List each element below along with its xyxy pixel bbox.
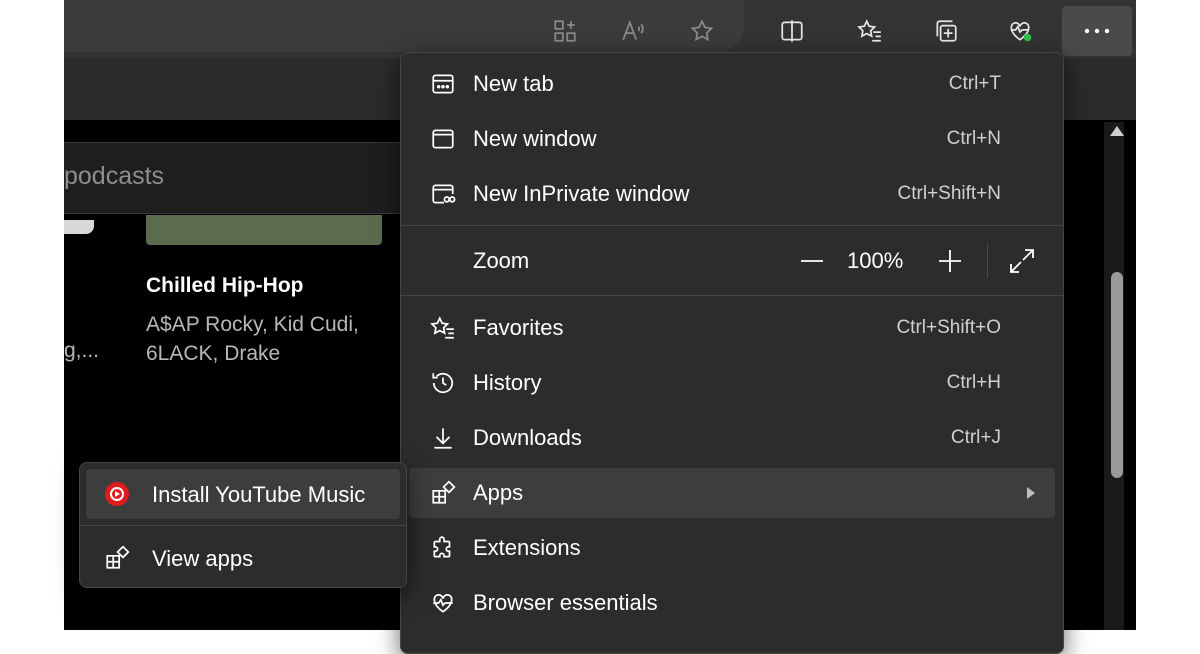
menu-label: Browser essentials bbox=[473, 590, 658, 615]
zoom-label: Zoom bbox=[473, 248, 530, 273]
new-tab-icon bbox=[429, 70, 457, 98]
card-artists: A$AP Rocky, Kid Cudi, 6LACK, Drake bbox=[146, 310, 406, 368]
submenu-label: View apps bbox=[152, 546, 254, 571]
apps-icon bbox=[429, 479, 457, 507]
card-artists-line2: 6LACK, Drake bbox=[146, 342, 281, 365]
favorite-star-icon[interactable] bbox=[684, 13, 720, 49]
read-aloud-icon[interactable] bbox=[615, 13, 651, 49]
menu-shortcut: Ctrl+J bbox=[950, 427, 1001, 448]
history-icon bbox=[429, 369, 457, 397]
menu-item-browser-essentials[interactable]: Browser essentials bbox=[409, 578, 1055, 628]
menu-label: New window bbox=[473, 126, 597, 151]
menu-shortcut: Ctrl+N bbox=[946, 128, 1001, 149]
menu-label: History bbox=[473, 370, 542, 395]
card-title[interactable]: Chilled Hip-Hop bbox=[146, 274, 303, 298]
menu-item-apps[interactable]: Apps bbox=[409, 468, 1055, 518]
download-icon bbox=[429, 424, 457, 452]
menu-item-new-inprivate-window[interactable]: New InPrivate window Ctrl+Shift+N bbox=[409, 169, 1055, 219]
split-screen-icon[interactable] bbox=[774, 13, 810, 49]
heartbeat-icon bbox=[429, 589, 457, 617]
apps-submenu: Install YouTube Music View apps bbox=[79, 462, 407, 588]
left-card-subtitle: g,... bbox=[64, 339, 100, 362]
genre-chip[interactable] bbox=[146, 215, 382, 245]
menu-shortcut: Ctrl+T bbox=[948, 73, 1001, 94]
menu-item-downloads[interactable]: Downloads Ctrl+J bbox=[409, 413, 1055, 463]
address-bar-area[interactable] bbox=[64, 0, 744, 52]
menu-item-extensions[interactable]: Extensions bbox=[409, 523, 1055, 573]
puzzle-icon bbox=[429, 534, 457, 562]
favorites-list-icon[interactable] bbox=[852, 13, 888, 49]
favorites-star-icon bbox=[429, 314, 457, 342]
menu-divider bbox=[401, 295, 1063, 296]
apps-icon bbox=[104, 545, 130, 571]
partial-logo bbox=[64, 220, 94, 234]
menu-label: Favorites bbox=[473, 315, 564, 340]
zoom-in-button[interactable] bbox=[935, 246, 965, 276]
submenu-item-install-youtube-music[interactable]: Install YouTube Music bbox=[86, 469, 400, 519]
collections-icon[interactable] bbox=[928, 13, 964, 49]
zoom-separator bbox=[987, 244, 988, 278]
menu-item-new-tab[interactable]: New tab Ctrl+T bbox=[409, 59, 1055, 109]
youtube-music-icon bbox=[104, 481, 130, 507]
submenu-item-view-apps[interactable]: View apps bbox=[86, 533, 400, 583]
add-app-icon[interactable] bbox=[547, 13, 583, 49]
card-artists-line1: A$AP Rocky, Kid Cudi, bbox=[146, 313, 359, 336]
browser-essentials-icon[interactable] bbox=[1002, 13, 1038, 49]
menu-label: Downloads bbox=[473, 425, 582, 450]
chevron-right-icon bbox=[1027, 487, 1035, 499]
menu-shortcut: Ctrl+Shift+N bbox=[897, 183, 1001, 204]
menu-shortcut: Ctrl+H bbox=[946, 372, 1001, 393]
fullscreen-button[interactable] bbox=[1007, 246, 1037, 276]
menu-item-favorites[interactable]: Favorites Ctrl+Shift+O bbox=[409, 303, 1055, 353]
menu-item-zoom: Zoom 100% bbox=[409, 236, 1055, 286]
menu-shortcut: Ctrl+Shift+O bbox=[896, 317, 1001, 338]
menu-item-new-window[interactable]: New window Ctrl+N bbox=[409, 114, 1055, 164]
menu-label: New tab bbox=[473, 71, 554, 96]
menu-divider bbox=[401, 225, 1063, 226]
menu-label: Extensions bbox=[473, 535, 581, 560]
toolbar bbox=[64, 0, 1136, 58]
submenu-label: Install YouTube Music bbox=[152, 482, 366, 507]
zoom-out-button[interactable] bbox=[797, 246, 827, 276]
scroll-up-icon[interactable] bbox=[1110, 126, 1124, 136]
inprivate-icon bbox=[429, 180, 457, 208]
menu-label: Apps bbox=[473, 480, 524, 505]
scrollbar-thumb[interactable] bbox=[1111, 272, 1123, 478]
zoom-level: 100% bbox=[847, 248, 904, 273]
more-dots-icon bbox=[1084, 28, 1110, 34]
menu-label: New InPrivate window bbox=[473, 181, 690, 206]
submenu-divider bbox=[80, 525, 406, 526]
settings-menu: New tab Ctrl+T New window Ctrl+N New InP… bbox=[400, 52, 1064, 654]
window-icon bbox=[429, 125, 457, 153]
search-placeholder: podcasts bbox=[64, 162, 165, 190]
settings-and-more-button[interactable] bbox=[1062, 6, 1132, 56]
menu-item-history[interactable]: History Ctrl+H bbox=[409, 358, 1055, 408]
